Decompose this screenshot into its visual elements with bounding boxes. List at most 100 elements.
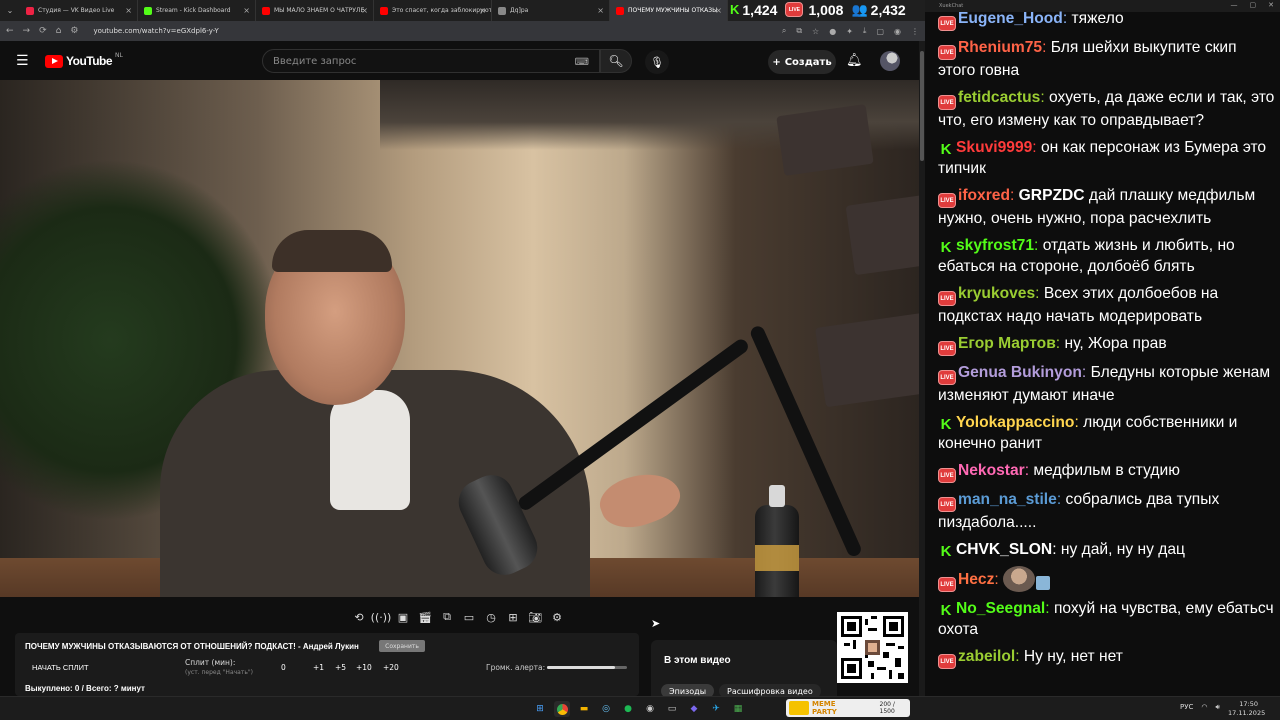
search-input[interactable]: Введите запрос ⌨	[262, 49, 600, 73]
browser-tab[interactable]: Дq]ра ×	[492, 0, 610, 21]
tab-close-icon[interactable]: ×	[715, 6, 722, 15]
system-tray: РУС ◠ 🔊︎	[1180, 703, 1220, 712]
search-button[interactable]: 🔍︎	[600, 49, 632, 73]
chat-username[interactable]: Егор Мартов	[958, 335, 1056, 352]
volume-icon[interactable]: 🔊︎	[1215, 703, 1219, 712]
audio-icon[interactable]: ((·))	[371, 610, 392, 624]
pip-icon[interactable]: ⧉	[440, 610, 454, 624]
wifi-icon[interactable]: ◠	[1201, 703, 1207, 712]
keyboard-icon[interactable]: ⌨	[575, 57, 589, 68]
app-icon[interactable]: ▭	[664, 701, 680, 717]
profile-icon[interactable]: ◉	[894, 27, 901, 36]
chat-username[interactable]: skyfrost71	[956, 237, 1034, 254]
download-icon[interactable]: ⤓	[863, 26, 867, 36]
vk-live-badge-icon: LIVE	[938, 497, 956, 512]
chat-username[interactable]: Skuvi9999	[956, 139, 1032, 156]
screenshot-icon[interactable]: 📷︎	[528, 610, 542, 624]
browser-tab[interactable]: Это спасет, когда заблокируют ×	[374, 0, 492, 21]
back-icon[interactable]: ←	[6, 26, 14, 36]
reload-icon[interactable]: ⟳	[39, 26, 47, 36]
steam-icon[interactable]: ◎	[598, 701, 614, 717]
forward-icon[interactable]: →	[23, 26, 31, 36]
theater-icon[interactable]: ▭	[462, 610, 476, 624]
chat-username[interactable]: kryukoves	[958, 285, 1035, 302]
browser-menu-icon[interactable]: ⋮	[911, 27, 919, 36]
site-info-icon[interactable]: ⚙	[70, 26, 78, 36]
notifications-bell-icon[interactable]: 🔔︎	[846, 53, 863, 68]
windows-start-icon[interactable]: ⊞	[532, 701, 548, 717]
install-icon[interactable]: ⧉	[796, 26, 802, 36]
video-player[interactable]	[0, 80, 919, 597]
extensions-puzzle-icon[interactable]: ✦	[846, 27, 853, 36]
chat-username[interactable]: ifoxred	[958, 187, 1010, 204]
settings-gear-icon[interactable]: ⚙	[550, 610, 564, 624]
browser-tab[interactable]: МЫ МАЛО ЗНАЕМ О ЧАТРУЛЕ ×	[256, 0, 374, 21]
save-button[interactable]: Сохранить	[379, 640, 425, 652]
voice-search-button[interactable]: 🎙︎	[645, 50, 669, 74]
chat-colon: :	[1010, 187, 1019, 204]
clock[interactable]: 17:50 17.11.2025	[1228, 700, 1265, 718]
file-explorer-icon[interactable]: ▬	[576, 701, 592, 717]
cinema-icon[interactable]: ▣	[396, 610, 410, 624]
loop-icon[interactable]: ⟲	[352, 610, 366, 624]
create-button[interactable]: + Создать	[768, 50, 836, 74]
split-value-button[interactable]: +20	[383, 663, 399, 672]
browser-tab[interactable]: Stream - Kick Dashboard ×	[138, 0, 256, 21]
clapper-icon[interactable]: 🎬︎	[418, 610, 432, 624]
chat-username[interactable]: zabeilol	[958, 648, 1015, 665]
qr-code	[837, 612, 908, 683]
split-value-button[interactable]: +5	[335, 663, 346, 672]
meme-party-widget[interactable]: MEME PARTY 200 / 1500	[786, 699, 910, 717]
chat-username[interactable]: fetidcactus	[958, 89, 1040, 106]
chat-text: ну, Жора прав	[1064, 335, 1167, 352]
spotify-icon[interactable]: ●	[620, 701, 636, 717]
chat-username[interactable]: Yolokappaccino	[956, 414, 1074, 431]
chat-username[interactable]: man_na_stile	[958, 491, 1057, 508]
kick-icon: K	[730, 2, 740, 17]
youtube-logo[interactable]: YouTube NL	[45, 52, 123, 68]
browser-tab[interactable]: ПОЧЕМУ МУЖЧИНЫ ОТКАЗЫ ×	[610, 0, 728, 21]
browser-tab[interactable]: Студия — VK Видео Live ×	[20, 0, 138, 21]
chat-username[interactable]: No_Seegnal	[956, 600, 1045, 617]
vk-live-badge-icon: LIVE	[938, 654, 956, 669]
tab-close-icon[interactable]: ×	[479, 6, 486, 15]
vk-live-badge-icon: LIVE	[938, 370, 956, 385]
account-avatar[interactable]	[880, 51, 900, 71]
telegram-icon[interactable]: ✈	[708, 701, 724, 717]
chat-username[interactable]: Hecz	[958, 571, 994, 588]
speed-icon[interactable]: ◷	[484, 610, 498, 624]
bookmark-star-icon[interactable]: ☆	[812, 27, 819, 36]
obs-icon[interactable]: ◉	[642, 701, 658, 717]
split-value-button[interactable]: +10	[356, 663, 372, 672]
language-indicator[interactable]: РУС	[1180, 703, 1193, 712]
split-view-icon[interactable]: ▢	[876, 27, 884, 36]
menu-icon[interactable]: ☰	[16, 54, 30, 68]
tab-close-icon[interactable]: ×	[243, 6, 250, 15]
chat-username[interactable]: Eugene_Hood	[958, 10, 1063, 27]
chrome-icon[interactable]	[554, 701, 570, 717]
tab-close-icon[interactable]: ×	[597, 6, 604, 15]
scrollbar-thumb[interactable]	[920, 51, 924, 161]
add-box-icon[interactable]: ⊞	[506, 610, 520, 624]
start-split-button[interactable]: НАЧАТЬ СПЛИТ	[32, 663, 89, 672]
chat-username[interactable]: Rhenium75	[958, 39, 1042, 56]
extension-icon[interactable]: ●	[829, 27, 836, 36]
address-bar[interactable]: youtube.com/watch?v=eGXdpl6-y-Y	[93, 27, 772, 35]
tab-close-icon[interactable]: ×	[125, 6, 132, 15]
chat-message: K No_Seegnal: похуй на чувства, ему ебать…	[938, 598, 1276, 640]
chat-message-list[interactable]: LIVE Eugene_Hood: тяжело LIVE Rhenium75: Бл…	[938, 8, 1276, 675]
tab-search-icon[interactable]: ⌄	[0, 0, 20, 21]
chat-username[interactable]: Genua Bukinyon	[958, 364, 1082, 381]
home-icon[interactable]: ⌂	[56, 26, 62, 36]
tab-close-icon[interactable]: ×	[361, 6, 368, 15]
chat-username[interactable]: Nekostar	[958, 462, 1025, 479]
app-icon[interactable]: ◆	[686, 701, 702, 717]
split-value-button[interactable]: +1	[313, 663, 324, 672]
chat-message: LIVE fetidcactus: охуеть, да даже если и …	[938, 87, 1276, 131]
alert-volume-slider[interactable]	[547, 666, 627, 669]
zoom-icon[interactable]: ⌕	[782, 26, 786, 36]
app-icon[interactable]: ▦	[730, 701, 746, 717]
vk-live-badge-icon: LIVE	[938, 468, 956, 483]
split-value-button[interactable]: 0	[281, 663, 286, 672]
chat-username[interactable]: CHVK_SLON	[956, 541, 1052, 558]
